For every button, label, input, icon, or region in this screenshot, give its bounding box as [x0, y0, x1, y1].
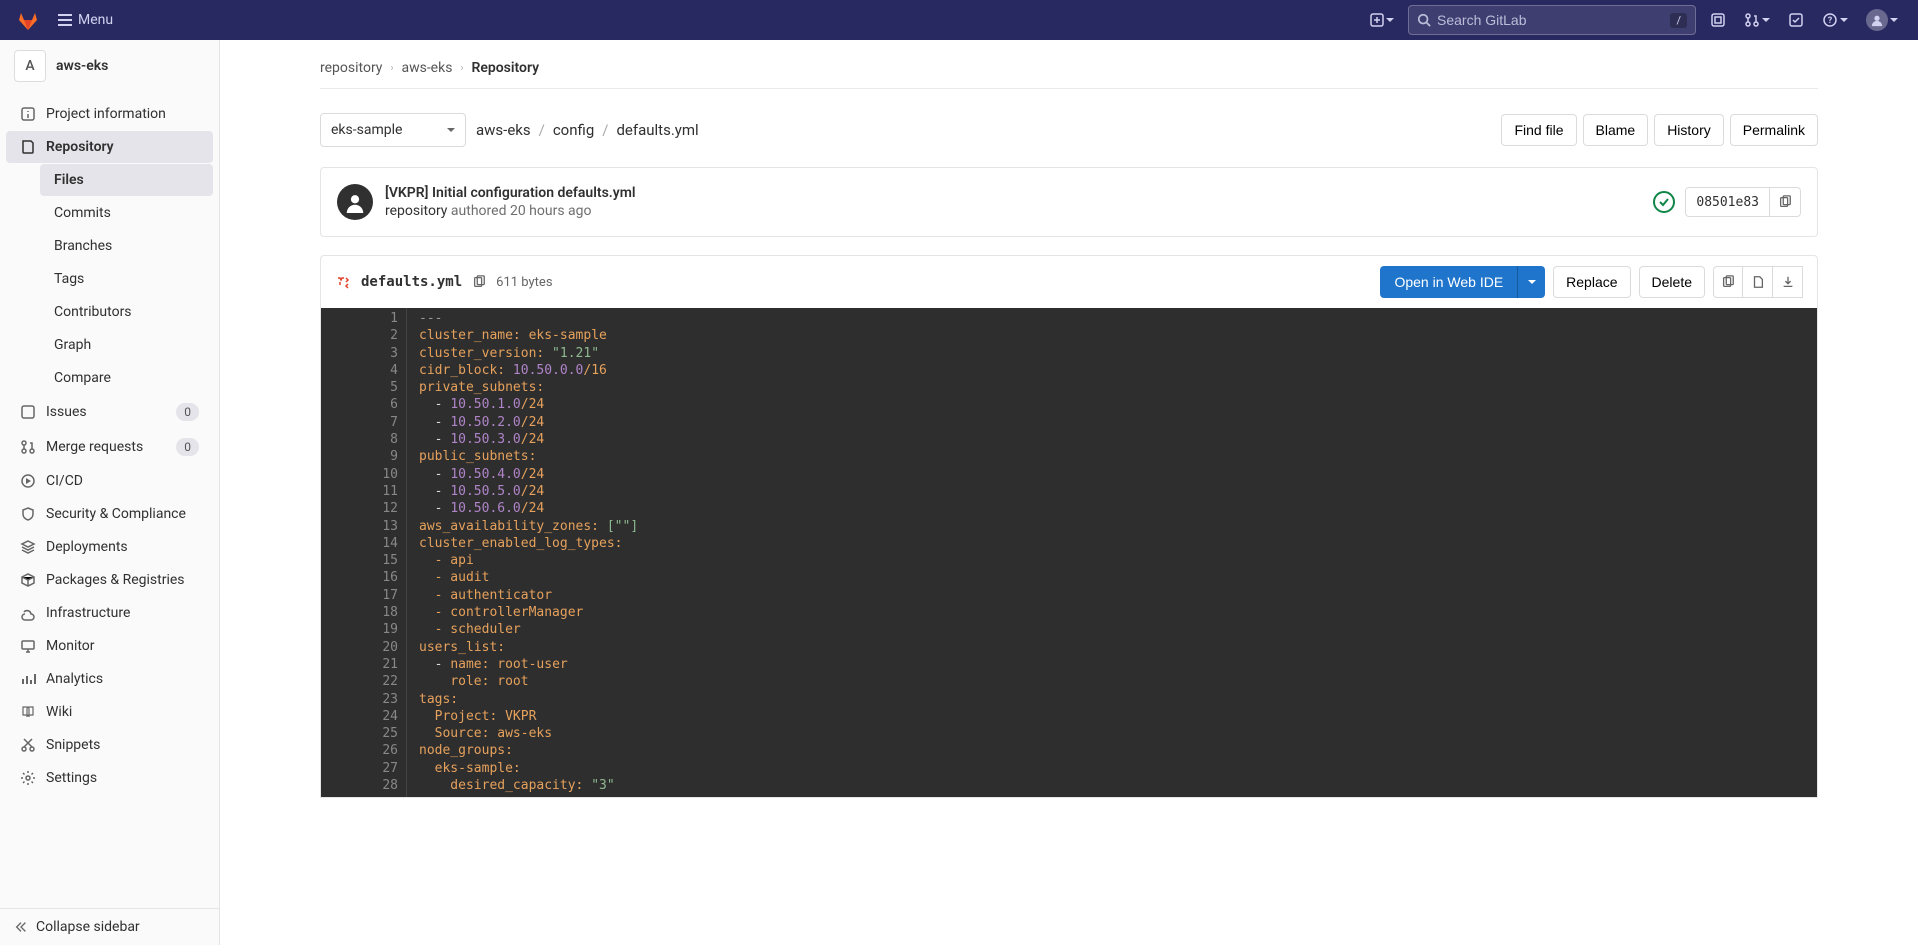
replace-button[interactable]: Replace: [1553, 266, 1630, 298]
chevron-down-icon: [1840, 18, 1848, 26]
navbar: Menu / ?: [0, 0, 1918, 40]
yaml-icon: [335, 274, 351, 290]
nav-menu-button[interactable]: Menu: [52, 8, 119, 32]
code-viewer: 1234567891011121314151617181920212223242…: [320, 308, 1818, 798]
sidebar-sub-tags[interactable]: Tags: [40, 263, 213, 295]
sidebar-item-snippets[interactable]: Snippets: [6, 729, 213, 761]
gitlab-logo[interactable]: [16, 8, 40, 32]
user-menu[interactable]: [1862, 5, 1902, 35]
avatar-icon: [1866, 9, 1888, 31]
last-commit: [VKPR] Initial configuration defaults.ym…: [320, 167, 1818, 237]
chevron-down-icon: [447, 128, 455, 136]
sidebar-item-repository[interactable]: Repository: [6, 131, 213, 163]
breadcrumb-project[interactable]: aws-eks: [401, 60, 452, 76]
merge-requests-link[interactable]: [1740, 8, 1774, 32]
permalink-button[interactable]: Permalink: [1730, 114, 1818, 146]
raw-button[interactable]: [1743, 266, 1773, 298]
sidebar-sub-compare[interactable]: Compare: [40, 362, 213, 394]
branch-selector[interactable]: eks-sample: [320, 113, 466, 147]
commit-title[interactable]: [VKPR] Initial configuration defaults.ym…: [385, 185, 636, 201]
sidebar-item-infrastructure[interactable]: Infrastructure: [6, 597, 213, 629]
search-icon: [1417, 13, 1431, 27]
sidebar-item-issues[interactable]: Issues 0: [6, 395, 213, 429]
file-header: defaults.yml 611 bytes Open in Web IDE R…: [320, 255, 1818, 308]
collapse-sidebar[interactable]: Collapse sidebar: [0, 908, 219, 945]
sidebar-sub-branches[interactable]: Branches: [40, 230, 213, 262]
issues-count-badge: 0: [176, 403, 199, 421]
nav-menu-label: Menu: [78, 12, 113, 28]
sidebar-sub-contributors[interactable]: Contributors: [40, 296, 213, 328]
issues-link[interactable]: [1706, 8, 1730, 32]
sidebar-item-merge-requests[interactable]: Merge requests 0: [6, 430, 213, 464]
todos-link[interactable]: [1784, 8, 1808, 32]
commit-time: 20 hours ago: [510, 203, 592, 219]
sidebar-sub-commits[interactable]: Commits: [40, 197, 213, 229]
file-name: defaults.yml: [361, 274, 462, 290]
sidebar-sub-graph[interactable]: Graph: [40, 329, 213, 361]
sidebar-item-analytics[interactable]: Analytics: [6, 663, 213, 695]
project-avatar: A: [14, 50, 46, 82]
project-name: aws-eks: [56, 58, 108, 74]
chevron-down-icon: [1890, 18, 1898, 26]
sidebar-item-deployments[interactable]: Deployments: [6, 531, 213, 563]
find-file-button[interactable]: Find file: [1501, 114, 1576, 146]
create-new-button[interactable]: [1366, 9, 1398, 31]
sidebar: A aws-eks Project information Repository…: [0, 40, 220, 945]
hamburger-icon: [58, 14, 72, 26]
open-web-ide-dropdown[interactable]: [1517, 266, 1545, 298]
svg-text:?: ?: [1828, 16, 1833, 26]
sidebar-item-settings[interactable]: Settings: [6, 762, 213, 794]
sidebar-item-cicd[interactable]: CI/CD: [6, 465, 213, 497]
chevron-down-icon: [1762, 18, 1770, 26]
sidebar-item-security[interactable]: Security & Compliance: [6, 498, 213, 530]
breadcrumb-root[interactable]: repository: [320, 60, 382, 76]
sidebar-sub-files[interactable]: Files: [40, 164, 213, 196]
breadcrumb: repository › aws-eks › Repository: [320, 60, 1818, 89]
breadcrumb-current: Repository: [471, 60, 539, 76]
commit-sha: 08501e83: [1685, 187, 1801, 217]
open-web-ide-button[interactable]: Open in Web IDE: [1380, 266, 1517, 298]
blame-button[interactable]: Blame: [1583, 114, 1649, 146]
commit-author-avatar[interactable]: [337, 184, 373, 220]
mr-count-badge: 0: [176, 438, 199, 456]
help-link[interactable]: ?: [1818, 8, 1852, 32]
search-box[interactable]: /: [1408, 5, 1696, 35]
sidebar-item-monitor[interactable]: Monitor: [6, 630, 213, 662]
delete-button[interactable]: Delete: [1639, 266, 1705, 298]
file-path: aws-eks/ config/ defaults.yml: [476, 121, 699, 139]
commit-author[interactable]: repository: [385, 203, 447, 219]
copy-path-button[interactable]: [472, 275, 486, 289]
chevron-down-icon: [1386, 18, 1394, 26]
copy-sha-button[interactable]: [1769, 188, 1800, 216]
file-size: 611 bytes: [496, 275, 552, 290]
project-header[interactable]: A aws-eks: [0, 40, 219, 93]
search-kbd: /: [1670, 13, 1687, 28]
pipeline-status-icon[interactable]: [1653, 191, 1675, 213]
history-button[interactable]: History: [1654, 114, 1724, 146]
chevrons-left-icon: [14, 920, 28, 934]
sidebar-item-wiki[interactable]: Wiki: [6, 696, 213, 728]
sidebar-item-project-info[interactable]: Project information: [6, 98, 213, 130]
code-content: --- cluster_name: eks-sample cluster_ver…: [407, 308, 638, 797]
search-input[interactable]: [1437, 12, 1670, 28]
download-button[interactable]: [1773, 266, 1803, 298]
main-content: repository › aws-eks › Repository eks-sa…: [220, 40, 1918, 945]
copy-contents-button[interactable]: [1713, 266, 1743, 298]
sidebar-item-packages[interactable]: Packages & Registries: [6, 564, 213, 596]
